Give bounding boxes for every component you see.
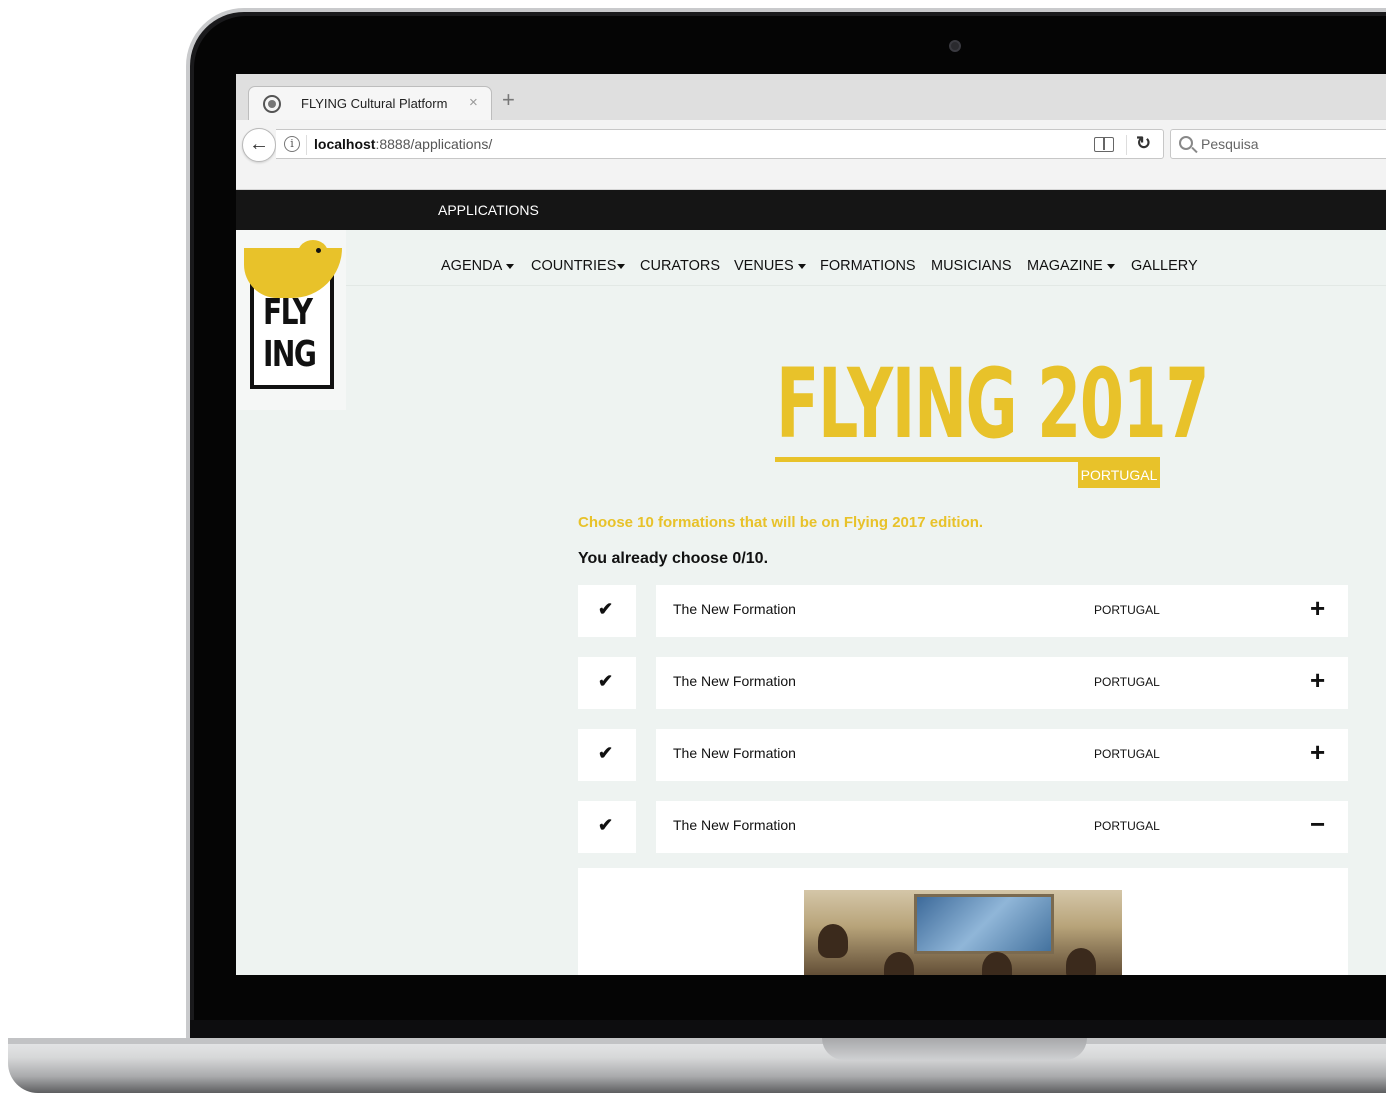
caret-down-icon [797,263,806,269]
nav-item-agenda[interactable]: AGENDA [441,258,515,274]
nav-item-curators[interactable]: CURATORS [640,258,720,274]
formation-country: PORTUGAL [1094,675,1160,689]
photo-window [914,894,1054,954]
search-placeholder: Pesquisa [1201,136,1259,152]
nav-item-formations[interactable]: FORMATIONS [820,258,916,274]
check-icon: ✔ [598,671,614,691]
tab-title: FLYING Cultural Platform [301,96,448,111]
select-checkbox[interactable]: ✔ [578,801,636,853]
caret-down-icon [617,263,626,269]
laptop-base [8,1038,1386,1093]
nav-item-countries[interactable]: COUNTRIES [531,258,626,274]
url-separator [1126,135,1127,155]
formation-info[interactable]: The New Formation PORTUGAL + [656,657,1348,709]
formation-name: The New Formation [673,601,796,617]
page-title: FLYING 2017 [776,348,1209,460]
nav-label: VENUES [734,258,794,274]
nav-item-venues[interactable]: VENUES [734,258,806,274]
camera-icon [949,40,961,52]
photo-person [1066,948,1096,975]
laptop-base-lip [8,1038,1386,1044]
bird-eye-icon [316,248,321,253]
expand-plus-icon[interactable]: + [1310,737,1325,767]
select-checkbox[interactable]: ✔ [578,585,636,637]
formation-info[interactable]: The New Formation PORTUGAL + [656,729,1348,781]
reload-icon[interactable]: ↻ [1136,133,1151,154]
laptop-hinge [190,1020,1386,1040]
expand-plus-icon[interactable]: + [1310,665,1325,695]
laptop-notch [822,1038,1087,1060]
browser-nav-bar: ← i localhost:8888/applications/ ↻ Pesqu… [236,120,1386,190]
check-icon: ✔ [598,815,614,835]
formation-name: The New Formation [673,817,796,833]
url-path: :8888/applications/ [375,136,493,152]
applications-link[interactable]: APPLICATIONS [438,202,539,218]
back-button[interactable]: ← [242,128,276,162]
country-badge: PORTUGAL [1078,462,1160,488]
nav-item-musicians[interactable]: MUSICIANS [931,258,1012,274]
nav-label: FORMATIONS [820,258,916,274]
logo-text-line1: FLY [263,292,313,333]
nav-item-magazine[interactable]: MAGAZINE [1027,258,1115,274]
logo-text-line2: ING [263,334,317,375]
formation-country: PORTUGAL [1094,747,1160,761]
logo-panel: FLY ING [236,230,346,410]
site-nav: AGENDA COUNTRIES CURATORS VENUES FORMATI… [346,230,1386,286]
select-checkbox[interactable]: ✔ [578,657,636,709]
nav-label: GALLERY [1131,258,1198,274]
search-icon [1179,136,1193,150]
formation-name: The New Formation [673,673,796,689]
nav-label: AGENDA [441,258,503,274]
favicon-icon [263,95,281,113]
browser-tab-bar: FLYING Cultural Platform × + [236,74,1386,120]
caret-down-icon [506,263,515,269]
formation-photo [804,890,1122,975]
formation-row: ✔ The New Formation PORTUGAL + [578,729,1348,781]
nav-item-gallery[interactable]: GALLERY [1131,258,1198,274]
formation-info[interactable]: The New Formation PORTUGAL − [656,801,1348,853]
url-separator [306,135,307,155]
formation-row: ✔ The New Formation PORTUGAL + [578,657,1348,709]
formation-name: The New Formation [673,745,796,761]
bird-head-icon [298,240,328,266]
reader-view-icon[interactable] [1094,137,1114,152]
collapse-minus-icon[interactable]: − [1310,809,1325,839]
search-bar[interactable]: Pesquisa [1170,129,1386,159]
new-tab-button[interactable]: + [502,89,515,111]
nav-label: MUSICIANS [931,258,1012,274]
site-top-bar: APPLICATIONS [236,190,1386,230]
nav-label: CURATORS [640,258,721,274]
formation-info[interactable]: The New Formation PORTUGAL + [656,585,1348,637]
close-tab-icon[interactable]: × [469,94,478,111]
expand-plus-icon[interactable]: + [1310,593,1325,623]
photo-person [884,952,914,975]
screen: FLYING Cultural Platform × + ← i localho… [236,74,1386,975]
info-icon[interactable]: i [284,136,300,152]
formation-row: ✔ The New Formation PORTUGAL + [578,585,1348,637]
formation-detail-panel [578,868,1348,975]
selection-progress: You already choose 0/10. [578,550,769,567]
check-icon: ✔ [598,599,614,619]
photo-person [982,952,1012,975]
browser-tab[interactable]: FLYING Cultural Platform × [248,86,492,120]
nav-label: COUNTRIES [531,258,617,274]
formation-row: ✔ The New Formation PORTUGAL − [578,801,1348,853]
url-text[interactable]: localhost:8888/applications/ [314,136,492,152]
photo-person [818,924,848,958]
selection-instruction: Choose 10 formations that will be on Fly… [578,514,984,531]
formation-country: PORTUGAL [1094,819,1160,833]
url-host: localhost [314,136,376,152]
nav-label: MAGAZINE [1027,258,1103,274]
caret-down-icon [1106,263,1115,269]
check-icon: ✔ [598,743,614,763]
formation-country: PORTUGAL [1094,603,1160,617]
select-checkbox[interactable]: ✔ [578,729,636,781]
url-bar[interactable]: i localhost:8888/applications/ ↻ [276,129,1164,159]
